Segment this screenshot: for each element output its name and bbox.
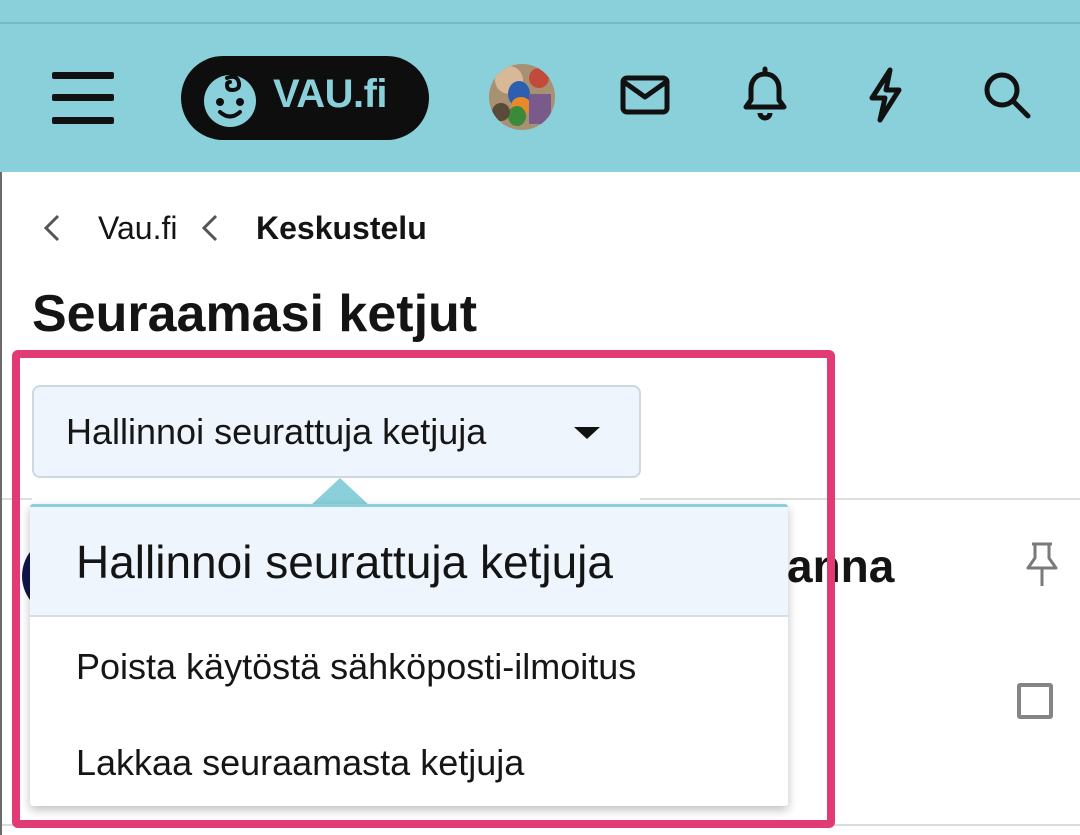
chevron-left-icon (43, 214, 60, 242)
search-icon[interactable] (976, 64, 1038, 126)
page-title: Seuraamasi ketjut (32, 285, 478, 343)
logo-text: VAU.fi (273, 72, 388, 116)
breadcrumb-item-keskustelu[interactable]: Keskustelu (256, 208, 427, 248)
highlight-box (12, 350, 835, 828)
status-strip (0, 0, 1080, 24)
thread-select-checkbox[interactable] (1017, 683, 1053, 719)
envelope-icon[interactable] (614, 64, 676, 126)
avatar-image (489, 64, 555, 130)
lightning-icon[interactable] (854, 64, 916, 126)
chevron-left-icon (201, 214, 218, 242)
site-logo[interactable]: VAU.fi (181, 56, 429, 140)
menu-icon[interactable] (52, 72, 114, 124)
baby-face-icon (204, 74, 256, 127)
site-header: VAU.fi (0, 24, 1080, 172)
page: VAU.fi Vau.fi Keskustelu Seuraamasi ketj… (0, 0, 1080, 835)
breadcrumb-item-vau[interactable]: Vau.fi (98, 208, 177, 248)
bell-icon[interactable] (734, 64, 796, 126)
avatar[interactable] (489, 64, 555, 130)
pin-icon (1026, 542, 1058, 586)
